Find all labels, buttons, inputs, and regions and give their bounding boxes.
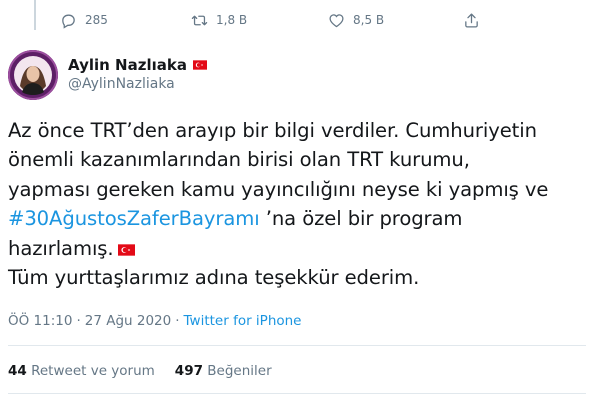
tweet-detail: 285 1,8 B 8,5 B Aylin Nazlıaka @AylinNaz… xyxy=(0,0,589,400)
tweet-line-2: önemli kazanımlarından birisi olan TRT k… xyxy=(8,148,470,172)
turkey-flag-icon xyxy=(192,60,207,70)
tweet-text: Az önce TRT’den arayıp bir bilgi verdile… xyxy=(8,116,583,292)
retweet-stat-count: 44 xyxy=(8,363,27,379)
tweet-meta: ÖÖ 11:10 · 27 Ağu 2020 · Twitter for iPh… xyxy=(8,313,302,329)
reply-count: 285 xyxy=(85,13,108,27)
tweet-line-1: Az önce TRT’den arayıp bir bilgi verdile… xyxy=(8,119,537,142)
avatar[interactable] xyxy=(8,50,58,100)
tweet-stats: 44 Retweet ve yorum 497 Beğeniler xyxy=(8,363,272,379)
retweet-icon xyxy=(191,15,208,25)
tweet-source-link[interactable]: Twitter for iPhone xyxy=(184,313,302,329)
meta-separator: · xyxy=(76,313,81,329)
divider xyxy=(8,345,586,346)
tweet-time[interactable]: ÖÖ 11:10 xyxy=(8,313,72,329)
tweet-line-4: #30AğustosZaferBayramı ’na özel bir prog… xyxy=(8,204,583,233)
like-button[interactable]: 8,5 B xyxy=(328,8,384,32)
tweet-line-3: yapması gereken kamu yayıncılığını neyse… xyxy=(8,177,549,201)
retweet-stat[interactable]: 44 Retweet ve yorum xyxy=(8,363,155,379)
tweet-line-4-rest: ’na özel bir program xyxy=(259,207,463,231)
retweet-count: 1,8 B xyxy=(216,13,248,27)
author-handle[interactable]: @AylinNazliaka xyxy=(68,76,175,92)
tweet-line-5-text: hazırlamış. xyxy=(8,236,114,260)
reply-icon xyxy=(62,14,75,29)
previous-tweet-actions: 285 1,8 B 8,5 B xyxy=(60,8,490,32)
tweet-line-5: hazırlamış. xyxy=(8,234,583,263)
heart-icon xyxy=(329,13,344,27)
turkey-flag-icon xyxy=(117,243,135,256)
author-name-row: Aylin Nazlıaka xyxy=(68,56,207,74)
author-name[interactable]: Aylin Nazlıaka xyxy=(68,56,187,74)
retweet-stat-label: Retweet ve yorum xyxy=(31,363,155,379)
reply-button[interactable]: 285 xyxy=(60,8,108,32)
like-stat[interactable]: 497 Beğeniler xyxy=(175,363,272,379)
like-count: 8,5 B xyxy=(353,13,385,27)
hashtag-link[interactable]: #30AğustosZaferBayramı xyxy=(8,207,260,230)
thread-line xyxy=(34,0,36,30)
share-button[interactable] xyxy=(463,8,480,32)
meta-separator: · xyxy=(175,313,180,329)
share-icon xyxy=(465,12,478,28)
divider xyxy=(8,393,586,394)
like-stat-count: 497 xyxy=(174,363,203,379)
tweet-line-6: Tüm yurttaşlarımız adına teşekkür ederim… xyxy=(8,266,420,290)
retweet-button[interactable]: 1,8 B xyxy=(191,8,247,32)
tweet-date[interactable]: 27 Ağu 2020 xyxy=(85,313,171,329)
like-stat-label: Beğeniler xyxy=(207,363,272,379)
avatar-portrait xyxy=(8,50,58,100)
